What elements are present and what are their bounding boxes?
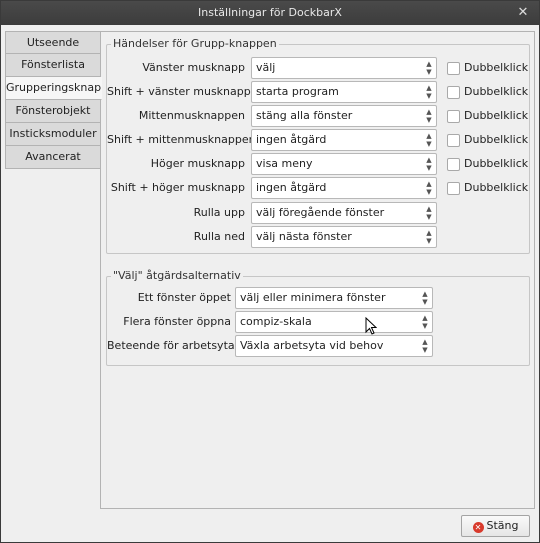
doubleclick-checkbox-left[interactable]: Dubbelklick [447,61,528,75]
doubleclick-checkbox-shift-middle[interactable]: Dubbelklick [447,133,528,147]
combo-arrows-icon: ▲ ▼ [426,180,432,196]
tab-fonsterobjekt[interactable]: Fönsterobjekt [5,100,101,123]
combo-arrows-icon: ▲ ▼ [422,338,428,354]
middle-click-action-select[interactable]: stäng alla fönster ▲ ▼ [251,105,437,127]
doubleclick-checkbox-middle[interactable]: Dubbelklick [447,109,528,123]
combo-value: compiz-skala [240,315,312,328]
multiple-windows-option-select[interactable]: compiz-skala ▲ ▼ [235,311,433,333]
row-label: Flera fönster öppna [123,315,231,328]
combo-arrows-icon: ▲ ▼ [426,229,432,245]
scroll-down-action-select[interactable]: välj nästa fönster ▲ ▼ [251,226,437,248]
window-close-icon[interactable]: ✕ [515,5,531,21]
checkbox-label: Dubbelklick [464,85,529,98]
settings-window: Inställningar för DockbarX ✕ Utseende Fö… [0,0,540,543]
combo-value: ingen åtgärd [256,181,327,194]
workspace-behavior-select[interactable]: Växla arbetsyta vid behov ▲ ▼ [235,335,433,357]
row-label: Rulla ned [193,230,245,243]
group-events-frame: Händelser för Grupp-knappen Vänster musk… [106,37,530,254]
combo-arrows-icon: ▲ ▼ [426,132,432,148]
combo-value: ingen åtgärd [256,133,327,146]
row-label: Höger musknapp [150,157,245,170]
combo-value: stäng alla fönster [256,109,353,122]
row-label: Mittenmusknappen [138,109,245,122]
combo-value: starta program [256,85,339,98]
row-label: Shift + höger musknapp [110,181,245,194]
shift-right-click-action-select[interactable]: ingen åtgärd ▲ ▼ [251,177,437,199]
checkbox-label: Dubbelklick [464,109,529,122]
row-label: Ett fönster öppet [137,291,231,304]
checkbox-label: Dubbelklick [464,181,529,194]
row-label: Beteende för arbetsyta [107,339,235,352]
combo-arrows-icon: ▲ ▼ [422,290,428,306]
tab-utseende[interactable]: Utseende [5,31,101,54]
one-window-option-select[interactable]: välj eller minimera fönster ▲ ▼ [235,287,433,309]
combo-arrows-icon: ▲ ▼ [426,156,432,172]
left-click-action-select[interactable]: välj ▲ ▼ [251,57,437,79]
checkbox-box[interactable] [447,85,460,99]
tab-list: Utseende Fönsterlista Grupperingsknapp F… [5,31,102,169]
select-options-legend: "Välj" åtgärdsalternativ [111,269,243,282]
checkbox-box[interactable] [447,133,460,147]
tab-grupperingsknapp[interactable]: Grupperingsknapp [5,77,102,100]
checkbox-label: Dubbelklick [464,133,529,146]
close-button[interactable]: ✕ Stäng [461,515,530,537]
combo-arrows-icon: ▲ ▼ [422,314,428,330]
combo-arrows-icon: ▲ ▼ [426,108,432,124]
tab-avancerat[interactable]: Avancerat [5,146,101,169]
checkbox-label: Dubbelklick [464,61,529,74]
tab-panel: Händelser för Grupp-knappen Vänster musk… [100,31,535,509]
checkbox-box[interactable] [447,157,460,171]
right-click-action-select[interactable]: visa meny ▲ ▼ [251,153,437,175]
combo-value: välj nästa fönster [256,230,352,243]
combo-value: visa meny [256,157,313,170]
scroll-up-action-select[interactable]: välj föregående fönster ▲ ▼ [251,202,437,224]
group-events-legend: Händelser för Grupp-knappen [111,37,279,50]
doubleclick-checkbox-right[interactable]: Dubbelklick [447,157,528,171]
doubleclick-checkbox-shift-left[interactable]: Dubbelklick [447,85,528,99]
combo-arrows-icon: ▲ ▼ [426,84,432,100]
checkbox-label: Dubbelklick [464,157,529,170]
shift-left-click-action-select[interactable]: starta program ▲ ▼ [251,81,437,103]
combo-value: Växla arbetsyta vid behov [240,339,384,352]
combo-value: välj [256,61,276,74]
combo-value: välj eller minimera fönster [240,291,386,304]
tab-fonsterlista[interactable]: Fönsterlista [5,54,101,77]
row-label: Shift + mittenmusknappen [107,133,256,146]
row-label: Shift + vänster musknapp [107,85,251,98]
checkbox-box[interactable] [447,61,460,75]
window-title: Inställningar för DockbarX [198,6,342,19]
mouse-pointer-icon [365,317,377,335]
combo-value: välj föregående fönster [256,206,385,219]
doubleclick-checkbox-shift-right[interactable]: Dubbelklick [447,181,528,195]
checkbox-box[interactable] [447,109,460,123]
combo-arrows-icon: ▲ ▼ [426,60,432,76]
close-button-label: Stäng [486,519,519,532]
close-icon: ✕ [472,522,484,533]
checkbox-box[interactable] [447,181,460,195]
title-bar[interactable]: Inställningar för DockbarX ✕ [1,1,539,25]
shift-middle-click-action-select[interactable]: ingen åtgärd ▲ ▼ [251,129,437,151]
row-label: Rulla upp [193,206,245,219]
combo-arrows-icon: ▲ ▼ [426,205,432,221]
tab-insticksmoduler[interactable]: Insticksmoduler [5,123,101,146]
select-options-frame: "Välj" åtgärdsalternativ Ett fönster öpp… [106,269,530,366]
row-label: Vänster musknapp [142,61,245,74]
